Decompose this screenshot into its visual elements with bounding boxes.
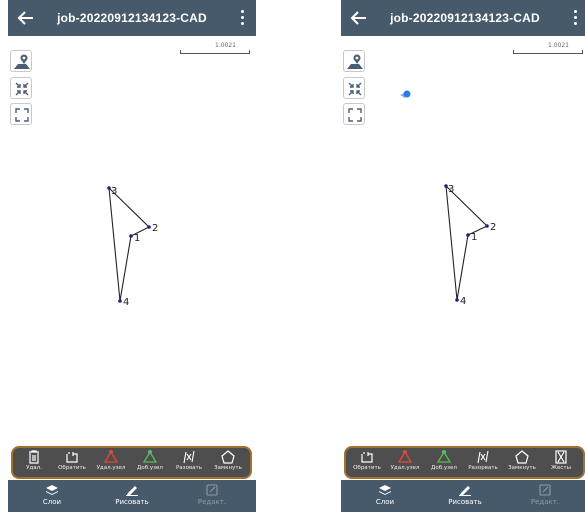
hourglass-icon <box>555 450 567 464</box>
delete-node-icon <box>397 450 413 463</box>
nav-draw[interactable]: Рисовать <box>435 480 495 512</box>
node-label-3: 3 <box>448 184 454 195</box>
close-polygon-button[interactable]: Замкнуть <box>504 450 540 477</box>
map-canvas[interactable]: 3 2 1 4 <box>8 36 256 444</box>
nav-layers-label: Слои <box>375 498 395 506</box>
add-node-button[interactable]: Доб.узел <box>426 450 462 477</box>
add-node-button[interactable]: Доб.узел <box>132 450 168 477</box>
split-button[interactable]: Разовать <box>171 450 207 477</box>
delete-node-label: Удал.узел <box>390 465 420 471</box>
nav-layers-label: Слои <box>42 498 62 506</box>
reverse-icon <box>361 452 373 463</box>
pencil-icon <box>126 486 138 496</box>
nav-edit-label: Редакт. <box>197 498 227 506</box>
right-screen: job-20220912134123-CAD 1.0021 3 2 1 4 Об… <box>341 0 585 512</box>
gestures-button[interactable]: Жесты <box>543 450 579 477</box>
node-1[interactable] <box>466 233 470 237</box>
node-label-4: 4 <box>123 297 129 308</box>
close-polygon-icon <box>515 450 529 464</box>
node-label-1: 1 <box>134 233 140 244</box>
add-node-icon <box>436 450 452 463</box>
delete-node-icon <box>103 450 119 463</box>
nav-layers[interactable]: Слои <box>355 480 415 512</box>
node-2[interactable] <box>485 224 489 228</box>
close-polygon-icon <box>221 450 235 464</box>
add-node-label: Доб.узел <box>431 465 457 471</box>
node-label-1: 1 <box>471 232 477 243</box>
split-button[interactable]: Разорвать <box>465 450 501 477</box>
job-title: job-20220912134123-CAD <box>390 11 540 25</box>
reverse-icon <box>66 452 78 463</box>
nav-edit-label: Редакт. <box>530 498 560 506</box>
split-label: Разорвать <box>468 465 498 471</box>
left-screen: job-20220912134123-CAD 1.0021 3 2 1 4 Уд… <box>8 0 256 512</box>
node-2[interactable] <box>147 225 151 229</box>
node-4[interactable] <box>118 299 122 303</box>
close-polygon-label: Замкнуть <box>214 465 242 471</box>
reverse-button[interactable]: Обратить <box>349 450 385 477</box>
edit-toolbar: Удал. Обратить Удал.узел Доб.узел Разова… <box>11 446 252 479</box>
delete-node-button[interactable]: Удал.узел <box>387 450 423 477</box>
trash-icon <box>29 450 39 464</box>
layers-icon <box>379 485 391 495</box>
reverse-button[interactable]: Обратить <box>54 450 90 477</box>
close-polygon-label: Замкнуть <box>508 465 536 471</box>
delete-node-label: Удал.узел <box>96 465 126 471</box>
reverse-label: Обратить <box>58 465 86 471</box>
nav-draw[interactable]: Рисовать <box>102 480 162 512</box>
delete-label: Удал. <box>26 465 42 471</box>
node-label-4: 4 <box>460 296 466 307</box>
reverse-label: Обратить <box>353 465 381 471</box>
gestures-label: Жесты <box>551 465 571 471</box>
nav-draw-label: Рисовать <box>448 498 482 506</box>
edit-toolbar: Обратить Удал.узел Доб.узел Разорвать За… <box>344 446 585 479</box>
add-node-label: Доб.узел <box>137 465 163 471</box>
polygon-line <box>445 185 488 301</box>
top-app-bar: job-20220912134123-CAD <box>341 0 585 36</box>
top-app-bar: job-20220912134123-CAD <box>8 0 256 36</box>
delete-node-button[interactable]: Удал.узел <box>93 450 129 477</box>
edit-icon <box>206 484 218 496</box>
node-1[interactable] <box>129 234 133 238</box>
nav-edit[interactable]: Редакт. <box>182 480 242 512</box>
node-label-2: 2 <box>490 222 496 233</box>
node-4[interactable] <box>455 298 459 302</box>
job-title: job-20220912134123-CAD <box>57 11 207 25</box>
pencil-icon <box>459 486 471 496</box>
bottom-navigation: Слои Рисовать Редакт. <box>341 480 585 512</box>
layers-icon <box>46 485 58 495</box>
node-label-3: 3 <box>111 186 117 197</box>
location-marker-icon <box>400 90 411 98</box>
nav-layers[interactable]: Слои <box>22 480 82 512</box>
nav-draw-label: Рисовать <box>115 498 149 506</box>
edit-icon <box>539 484 551 496</box>
bottom-navigation: Слои Рисовать Редакт. <box>8 480 256 512</box>
polygon-line <box>108 187 150 302</box>
split-label: Разовать <box>175 465 203 471</box>
nav-edit[interactable]: Редакт. <box>515 480 575 512</box>
delete-button[interactable]: Удал. <box>16 450 52 477</box>
overflow-menu-icon[interactable] <box>232 6 252 30</box>
split-icon <box>477 450 489 464</box>
split-icon <box>183 450 195 464</box>
close-polygon-button[interactable]: Замкнуть <box>210 450 246 477</box>
add-node-icon <box>142 450 158 463</box>
overflow-menu-icon[interactable] <box>565 6 585 30</box>
node-label-2: 2 <box>152 223 158 234</box>
map-canvas[interactable]: 3 2 1 4 <box>341 36 585 444</box>
